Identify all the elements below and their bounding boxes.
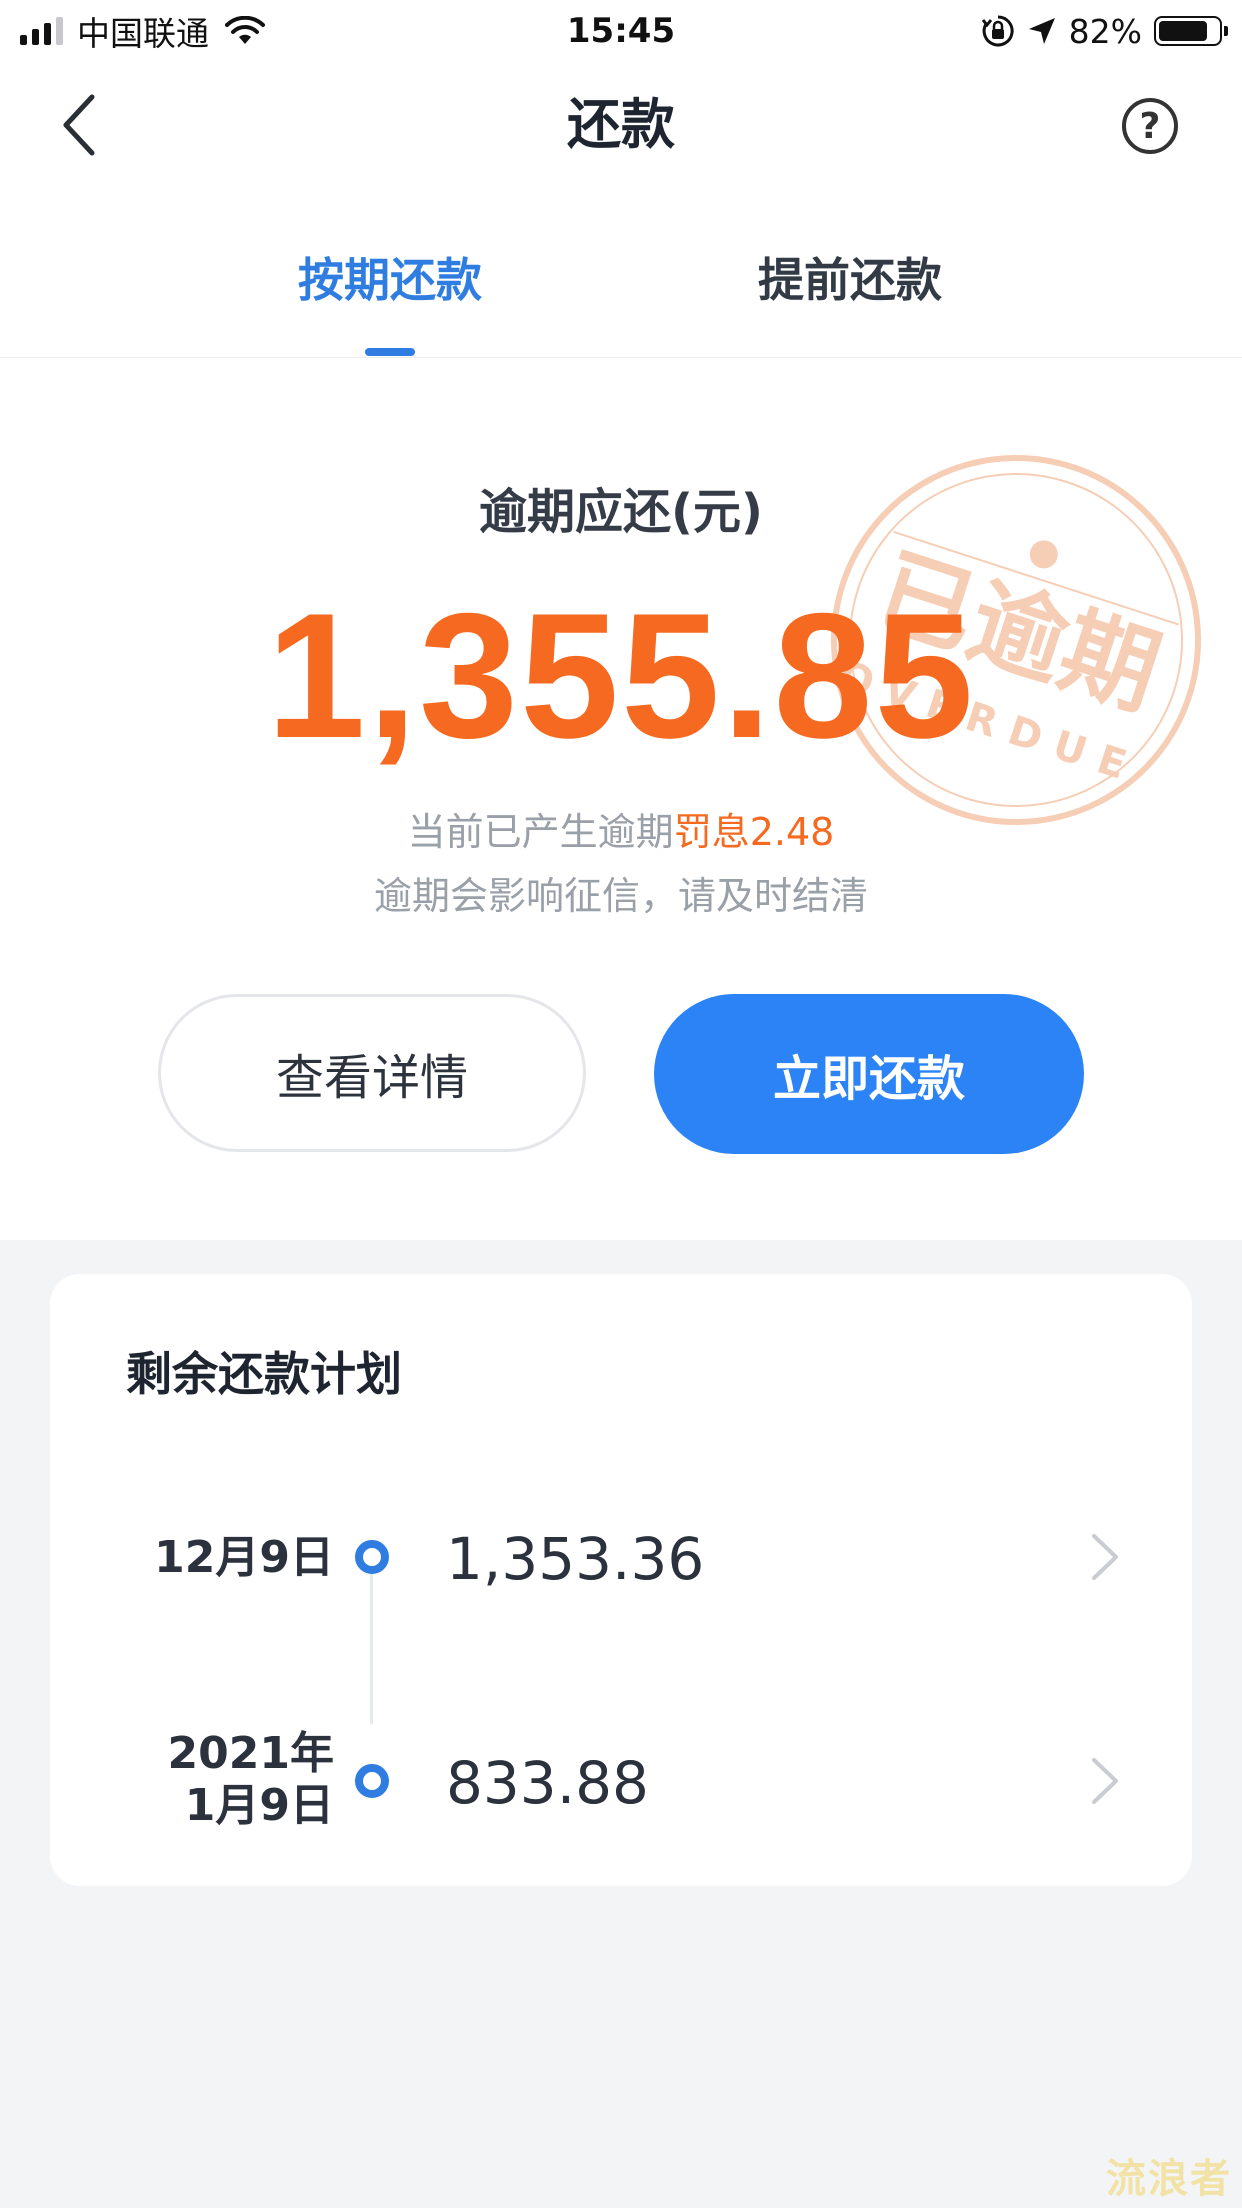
status-right: 82% bbox=[981, 10, 1228, 52]
plan-row[interactable]: 2021年 1月9日 833.88 bbox=[50, 1716, 1192, 1846]
credit-warning: 逾期会影响征信，请及时结清 bbox=[373, 874, 868, 918]
plan-row[interactable]: 12月9日 1,353.36 bbox=[50, 1492, 1192, 1622]
battery-fill bbox=[1159, 21, 1207, 41]
watermark: 流浪者 bbox=[1106, 2156, 1232, 2202]
view-details-button[interactable]: 查看详情 bbox=[158, 994, 586, 1152]
plan-amount: 1,353.36 bbox=[446, 1525, 705, 1593]
question-circle-icon: ? bbox=[1139, 105, 1161, 147]
overdue-amount: 1,355.85 bbox=[266, 576, 976, 775]
status-bar: 中国联通 15:45 82% bbox=[0, 0, 1242, 62]
battery-percent: 82% bbox=[1068, 11, 1142, 51]
plan-date: 2021年 1月9日 bbox=[168, 1728, 334, 1832]
penalty-note-prefix: 当前已产生逾期 bbox=[407, 810, 674, 854]
repayment-plan-card: 剩余还款计划 12月9日 1,353.36 2021年 1月9日 833.88 bbox=[50, 1274, 1192, 1886]
tab-active-indicator bbox=[365, 348, 415, 356]
plan-date: 12月9日 bbox=[154, 1532, 334, 1584]
tab-scheduled-repayment[interactable]: 按期还款 bbox=[298, 250, 482, 310]
chevron-right-icon bbox=[1092, 1534, 1118, 1580]
repay-now-button[interactable]: 立即还款 bbox=[654, 994, 1084, 1154]
plan-date-line1: 2021年 bbox=[167, 1728, 334, 1779]
tab-bar: 按期还款 提前还款 bbox=[0, 192, 1242, 358]
plan-amount: 833.88 bbox=[446, 1749, 649, 1817]
timeline-dot bbox=[355, 1540, 389, 1574]
penalty-amount: 罚息2.48 bbox=[673, 810, 835, 854]
nav-bar: 还款 ? bbox=[0, 62, 1242, 192]
orientation-lock-icon bbox=[981, 15, 1014, 47]
page-title: 还款 bbox=[567, 93, 675, 156]
plan-title: 剩余还款计划 bbox=[126, 1347, 402, 1401]
overdue-label: 逾期应还(元) bbox=[479, 484, 763, 540]
plan-date-line1: 12月9日 bbox=[154, 1532, 334, 1583]
battery-icon bbox=[1154, 16, 1228, 46]
help-button[interactable]: ? bbox=[1122, 98, 1178, 154]
chevron-right-icon bbox=[1092, 1758, 1118, 1804]
penalty-note: 当前已产生逾期罚息2.48 bbox=[0, 806, 1242, 858]
timeline-dot bbox=[355, 1764, 389, 1798]
plan-date-line2: 1月9日 bbox=[184, 1780, 334, 1831]
location-arrow-icon bbox=[1028, 18, 1055, 44]
tab-early-repayment[interactable]: 提前还款 bbox=[758, 250, 942, 310]
overdue-summary: 已逾期 OVERDUE 逾期应还(元) 1,355.85 当前已产生逾期罚息2.… bbox=[0, 358, 1242, 1240]
